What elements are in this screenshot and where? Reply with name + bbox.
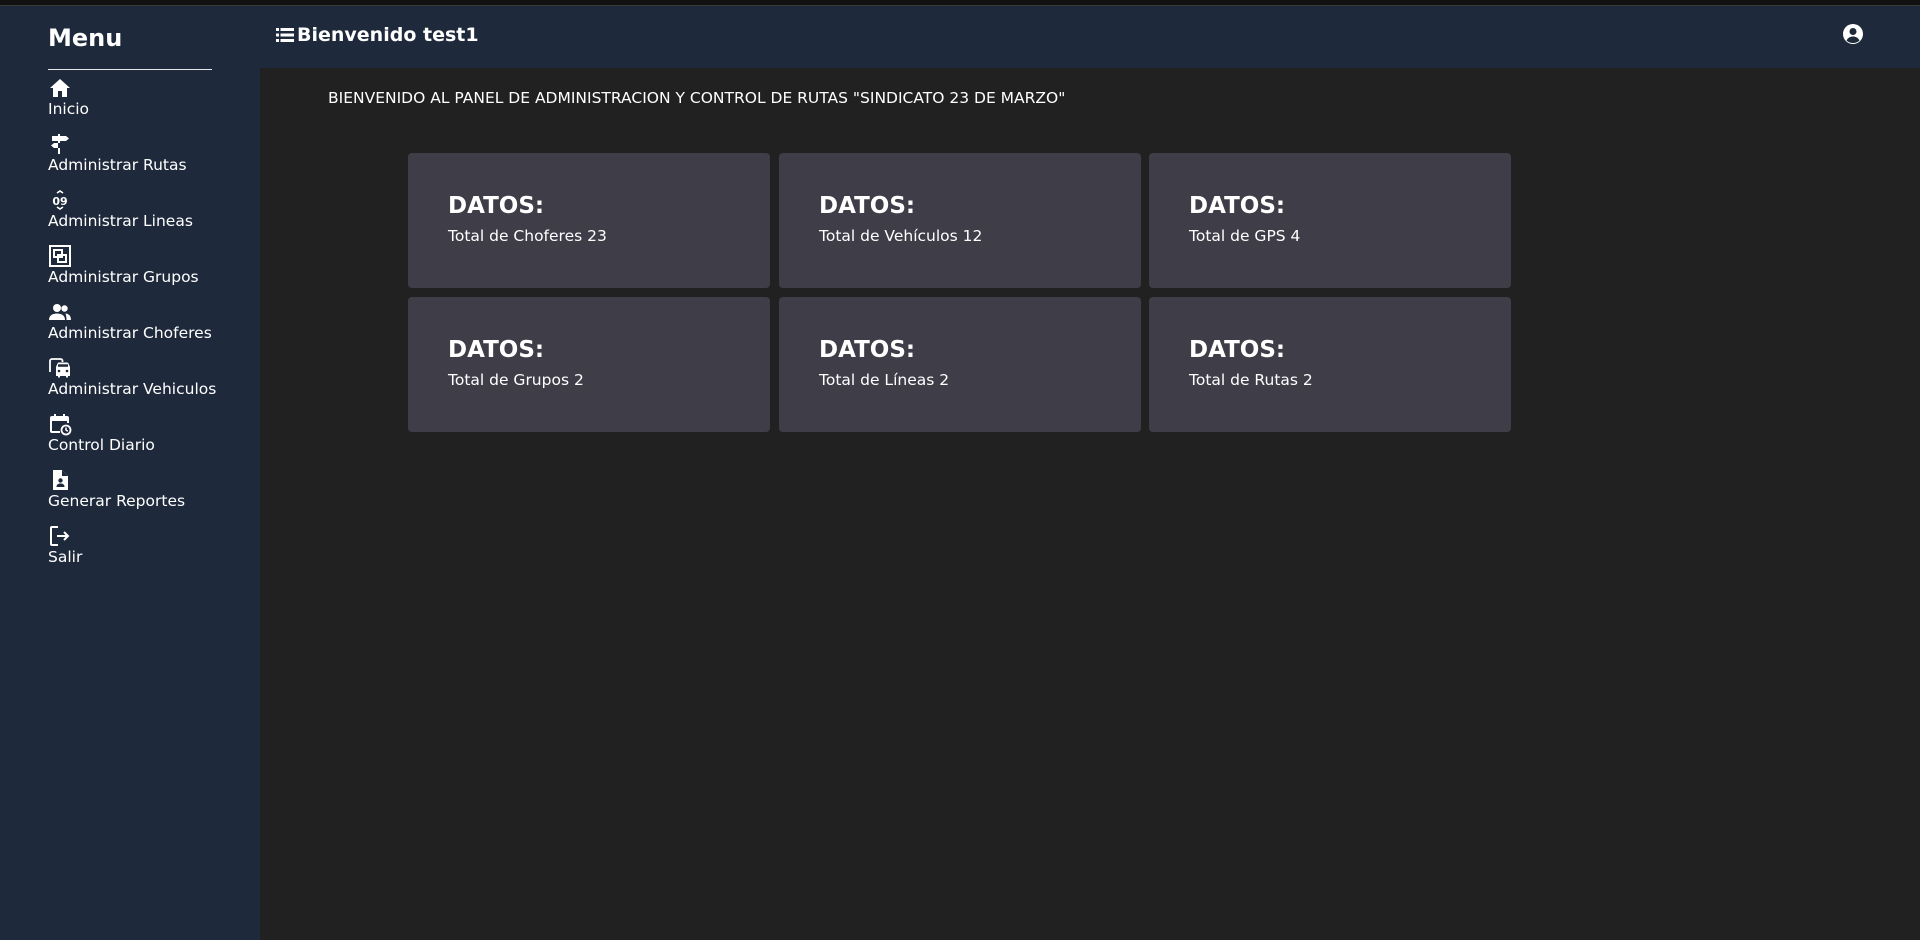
calendar-clock-icon [48, 412, 72, 436]
card-title: DATOS: [448, 193, 545, 219]
card-title: DATOS: [448, 337, 545, 363]
sidebar-item-generar-reportes[interactable]: Generar Reportes [48, 464, 248, 520]
people-icon [48, 300, 72, 324]
card-text: Total de Choferes 23 [448, 227, 607, 245]
sidebar-item-label: Generar Reportes [48, 492, 186, 510]
welcome-message: BIENVENIDO AL PANEL DE ADMINISTRACION Y … [328, 89, 1066, 107]
card-title: DATOS: [819, 193, 916, 219]
card-text: Total de Rutas 2 [1189, 371, 1313, 389]
signpost-icon [48, 132, 72, 156]
card-text: Total de Líneas 2 [819, 371, 950, 389]
sidebar-item-label: Administrar Choferes [48, 324, 212, 342]
sidebar-item-label: Administrar Vehiculos [48, 380, 217, 398]
sidebar-divider [48, 69, 212, 70]
top-bar: Bienvenido test1 [260, 6, 1920, 68]
stat-card-gps[interactable]: DATOS: Total de GPS 4 [1149, 153, 1511, 288]
sidebar-item-salir[interactable]: Salir [48, 520, 248, 576]
sidebar-item-administrar-rutas[interactable]: Administrar Rutas [48, 128, 248, 184]
sidebar-toggle[interactable]: Bienvenido test1 [276, 24, 479, 46]
sidebar-item-administrar-vehiculos[interactable]: Administrar Vehiculos [48, 352, 248, 408]
sidebar-item-inicio[interactable]: Inicio [48, 72, 248, 128]
sidebar-item-control-diario[interactable]: Control Diario [48, 408, 248, 464]
sidebar-item-administrar-choferes[interactable]: Administrar Choferes [48, 296, 248, 352]
list-icon [276, 26, 294, 44]
sidebar-item-label: Inicio [48, 100, 90, 118]
sidebar-nav: Inicio Administrar Rutas 09 Administrar … [48, 72, 248, 576]
sidebar-item-label: Salir [48, 548, 83, 566]
card-title: DATOS: [1189, 337, 1286, 363]
report-icon [48, 468, 72, 492]
vehicles-icon [48, 356, 72, 380]
card-title: DATOS: [1189, 193, 1286, 219]
stat-card-rutas[interactable]: DATOS: Total de Rutas 2 [1149, 297, 1511, 432]
stat-card-lineas[interactable]: DATOS: Total de Líneas 2 [779, 297, 1141, 432]
stat-card-vehiculos[interactable]: DATOS: Total de Vehículos 12 [779, 153, 1141, 288]
stat-card-grupos[interactable]: DATOS: Total de Grupos 2 [408, 297, 770, 432]
home-icon [48, 76, 72, 100]
sidebar-item-label: Administrar Lineas [48, 212, 193, 230]
card-text: Total de Grupos 2 [448, 371, 584, 389]
card-text: Total de GPS 4 [1189, 227, 1301, 245]
sidebar: Menu Inicio Administrar Rutas 09 Adminis… [0, 6, 260, 940]
card-title: DATOS: [819, 337, 916, 363]
sidebar-item-administrar-lineas[interactable]: 09 Administrar Lineas [48, 184, 248, 240]
sidebar-item-label: Administrar Grupos [48, 268, 199, 286]
sidebar-title: Menu [48, 24, 123, 52]
group-box-icon [48, 244, 72, 268]
user-circle-icon[interactable] [1841, 22, 1865, 46]
stat-card-choferes[interactable]: DATOS: Total de Choferes 23 [408, 153, 770, 288]
sidebar-item-administrar-grupos[interactable]: Administrar Grupos [48, 240, 248, 296]
page-title: Bienvenido test1 [297, 24, 479, 46]
sidebar-item-label: Control Diario [48, 436, 155, 454]
sidebar-item-label: Administrar Rutas [48, 156, 187, 174]
line-number-icon: 09 [48, 188, 72, 212]
card-text: Total de Vehículos 12 [819, 227, 983, 245]
line-number-icon-text: 09 [52, 195, 67, 208]
logout-icon [48, 524, 72, 548]
